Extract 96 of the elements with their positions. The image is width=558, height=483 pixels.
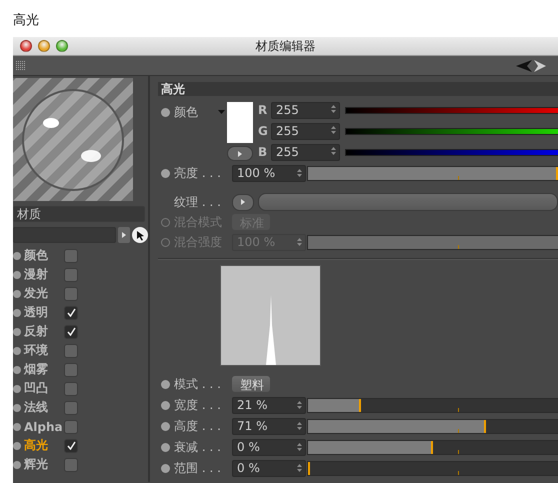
channel-checkbox[interactable]: [64, 438, 78, 452]
channel-letter: R: [258, 103, 266, 117]
channel-dot-icon: [13, 404, 21, 412]
field-label: 衰减 . . .: [174, 438, 222, 456]
channel-checkbox[interactable]: [64, 420, 78, 434]
spinner-icon[interactable]: [297, 401, 302, 409]
expand-button[interactable]: [232, 194, 254, 210]
number-field[interactable]: 255: [271, 102, 340, 118]
spinner-icon[interactable]: [331, 126, 336, 134]
spinner-icon[interactable]: [297, 422, 302, 430]
material-name-field[interactable]: 材质: [13, 206, 145, 222]
page-title: 高光: [13, 13, 39, 28]
channel-dot-icon: [13, 270, 21, 278]
input-field[interactable]: [13, 227, 116, 243]
channel-checkbox[interactable]: [64, 248, 78, 262]
minimize-button[interactable]: [38, 40, 50, 52]
channel-label[interactable]: 发光: [24, 285, 61, 302]
channel-letter: G: [258, 124, 266, 138]
cursor-icon[interactable]: [132, 227, 148, 243]
play-button[interactable]: [118, 227, 130, 243]
channel-checkbox[interactable]: [64, 400, 78, 414]
channel-label[interactable]: 凹凸: [24, 380, 61, 397]
field-label: 范围 . . .: [174, 460, 222, 476]
dropdown[interactable]: 塑料: [232, 376, 270, 392]
keyframe-dot-icon: [161, 168, 170, 178]
channel-checkbox[interactable]: [64, 344, 78, 358]
zoom-button[interactable]: [56, 40, 68, 52]
channel-dot-icon: [13, 308, 21, 316]
triangle-icon: [241, 199, 245, 205]
keyframe-dot-icon: [161, 442, 170, 452]
field-label: 亮度 . . .: [174, 164, 222, 182]
channel-dot-icon: [13, 442, 21, 450]
field-label: 颜色: [174, 104, 199, 120]
slider-fill[interactable]: [308, 420, 486, 432]
channel-dot-icon: [13, 290, 21, 298]
triangle-icon: [238, 150, 242, 156]
channel-label[interactable]: 反射: [24, 323, 61, 340]
channel-label[interactable]: 漫射: [24, 266, 61, 283]
channel-checkbox[interactable]: [64, 382, 78, 396]
keyframe-dot-icon: [161, 218, 170, 226]
keyframe-dot-icon: [161, 238, 170, 246]
spinner-icon[interactable]: [331, 147, 336, 155]
color-swatch[interactable]: [227, 102, 253, 143]
number-field[interactable]: 21 %: [232, 396, 306, 414]
field-label: 高度 . . .: [174, 418, 222, 434]
channel-dot-icon: [13, 366, 21, 374]
texture-field[interactable]: [258, 193, 558, 211]
channel-dot-icon: [13, 422, 21, 430]
channel-checkbox[interactable]: [64, 306, 78, 320]
number-field[interactable]: 255: [271, 144, 340, 160]
field-label: 模式 . . .: [174, 376, 222, 392]
channel-dot-icon: [13, 328, 21, 336]
slider-fill[interactable]: [308, 398, 360, 412]
number-field[interactable]: 100 %: [232, 164, 306, 182]
number-field[interactable]: 0 %: [232, 460, 306, 476]
triangle-icon: [122, 232, 126, 238]
channel-checkbox[interactable]: [64, 286, 78, 300]
spinner-icon[interactable]: [297, 169, 302, 177]
channel-dot-icon: [13, 252, 21, 260]
keyframe-dot-icon: [161, 464, 170, 472]
field-label: 宽度 . . .: [174, 396, 222, 414]
channel-label[interactable]: 辉光: [24, 456, 61, 473]
channel-label[interactable]: 高光: [24, 437, 61, 454]
keyframe-dot-icon: [161, 400, 170, 410]
field-label: 纹理 . . .: [174, 194, 222, 210]
channel-checkbox[interactable]: [64, 458, 78, 472]
channel-checkbox[interactable]: [64, 362, 78, 376]
channel-dot-icon: [13, 346, 21, 354]
number-field[interactable]: 255: [271, 122, 340, 140]
spinner-icon[interactable]: [331, 105, 336, 113]
expand-button[interactable]: [227, 146, 253, 161]
close-button[interactable]: [20, 40, 32, 52]
window-title: 材质编辑器: [256, 38, 316, 52]
spinner-icon[interactable]: [297, 464, 302, 472]
channel-letter: B: [258, 145, 266, 159]
section-header: 高光: [158, 82, 558, 96]
channel-label[interactable]: 法线: [24, 399, 61, 416]
channel-dot-icon: [13, 460, 21, 468]
channel-label[interactable]: Alpha: [24, 420, 61, 434]
dropdown-arrow-icon[interactable]: [218, 110, 225, 114]
channel-label[interactable]: 透明: [24, 304, 61, 321]
arrow-icon[interactable]: [516, 60, 532, 72]
number-field[interactable]: 71 %: [232, 418, 306, 434]
keyframe-dot-icon: [161, 380, 170, 388]
arrow-icon[interactable]: [534, 60, 546, 72]
keyframe-dot-icon: [161, 108, 170, 116]
channel-label[interactable]: 颜色: [24, 247, 61, 264]
channel-label[interactable]: 烟雾: [24, 361, 61, 378]
channel-checkbox[interactable]: [64, 324, 78, 338]
channel-checkbox[interactable]: [64, 268, 78, 282]
slider-fill[interactable]: [308, 440, 433, 454]
channel-dot-icon: [13, 384, 21, 392]
channel-label[interactable]: 环境: [24, 342, 61, 359]
number-field[interactable]: 0 %: [232, 438, 306, 456]
keyframe-dot-icon: [161, 422, 170, 430]
spinner-icon[interactable]: [297, 443, 302, 451]
